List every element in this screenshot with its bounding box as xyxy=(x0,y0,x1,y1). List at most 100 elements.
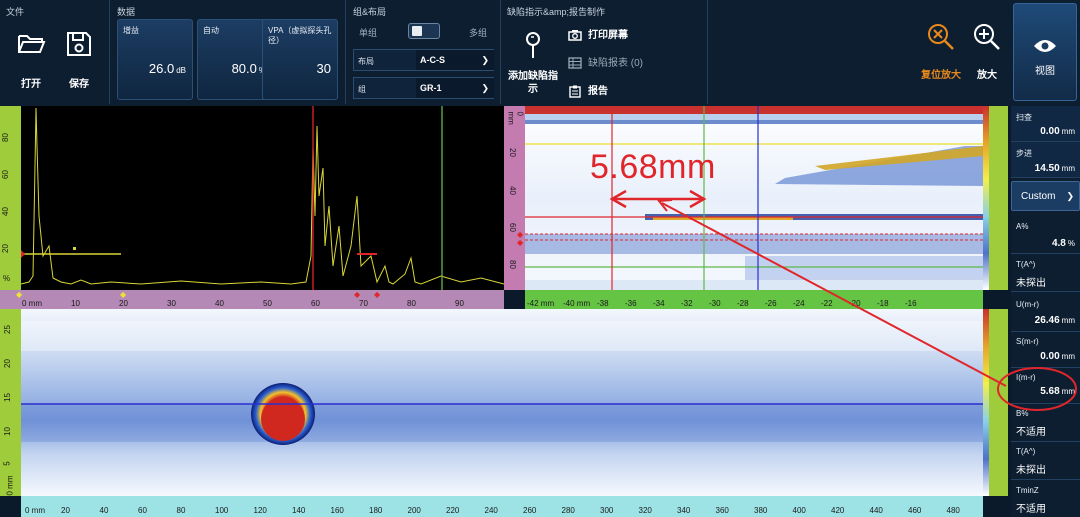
cscan-scan-tick: 240 xyxy=(484,506,498,515)
cscan-tick: 15 xyxy=(2,393,12,402)
sscan-index-tick: -38 xyxy=(597,299,609,308)
zoom-reset-icon xyxy=(928,24,954,50)
multi-group-label: 多组 xyxy=(469,28,488,38)
layout-select[interactable]: 布局 A-C-S ❯ xyxy=(353,49,494,71)
view-label: 视图 xyxy=(1035,66,1055,77)
cscan-index-scale: 25 20 15 10 5 0 mm xyxy=(0,309,21,496)
i-mr-unit: mm xyxy=(1061,387,1075,396)
reset-zoom-button[interactable]: 复位放大 xyxy=(918,22,964,81)
cscan-scan-tick: 40 xyxy=(99,506,109,515)
reading-i-mr: I(m-r) 5.68 mm xyxy=(1011,368,1080,404)
cscan-tick: 20 xyxy=(2,359,12,368)
toggle-switch[interactable] xyxy=(408,23,440,39)
zoom-button[interactable]: 放大 xyxy=(970,22,1004,81)
readings-preset-select[interactable]: Custom ❯ xyxy=(1011,181,1080,211)
index-position-readout[interactable]: 步进 14.50 mm xyxy=(1011,142,1080,178)
reading-s-mr: S(m-r) 0.00 mm xyxy=(1011,332,1080,368)
u-mr-unit: mm xyxy=(1061,316,1075,325)
cscan-scan-tick: 480 xyxy=(946,506,960,515)
gate-a-marker xyxy=(73,247,76,250)
index-unit: mm xyxy=(1061,164,1075,173)
ascan-tick: 80 xyxy=(0,133,10,142)
sscan-depth-unit: 0 mm xyxy=(506,111,525,125)
i-mr-label: I(m-r) xyxy=(1016,373,1036,382)
sscan-tick: 80 xyxy=(507,260,517,269)
sscan-tick: 20 xyxy=(507,148,517,157)
tminz-label: TminZ xyxy=(1016,486,1039,495)
scan-position-readout[interactable]: 扫查 0.00 mm xyxy=(1011,106,1080,142)
single-group-label: 单组 xyxy=(359,28,378,38)
gain-value: 26.0 xyxy=(148,61,175,76)
cscan-scan-tick: 100 xyxy=(215,506,229,515)
ascan-depth-scale: 0 mm 10 20 30 40 50 60 70 80 90 ◆ ◆ ◆ ◆ xyxy=(0,290,504,309)
group-mode-toggle[interactable]: 单组 多组 xyxy=(353,20,494,42)
readings-panel: 扫查 0.00 mm 步进 14.50 mm Custom ❯ A% 4.8% T(… xyxy=(1011,106,1080,517)
gain-param[interactable]: 增益 26.0 dB xyxy=(117,19,193,100)
open-button[interactable]: 打开 xyxy=(14,30,48,90)
cscan-scan-tick: 380 xyxy=(754,506,768,515)
vpa-value: 30 xyxy=(316,61,331,76)
add-flaw-indication-button[interactable]: 添加缺陷指示 xyxy=(505,30,561,96)
sscan-index-tick: -26 xyxy=(765,299,777,308)
ascan-depth-tick: 80 xyxy=(407,299,416,308)
cscan-indication-band xyxy=(21,404,983,442)
camera-icon xyxy=(568,30,582,42)
cscan-plot[interactable] xyxy=(21,309,983,496)
save-button[interactable]: 保存 xyxy=(62,30,96,90)
scan-unit: mm xyxy=(1061,127,1075,136)
reading-tminz: TminZ 不适用 xyxy=(1011,480,1080,517)
sscan-index-tick: -20 xyxy=(849,299,861,308)
gate-marker: ◆ xyxy=(354,290,361,299)
divider xyxy=(707,0,708,104)
cscan-scan-tick: 280 xyxy=(561,506,575,515)
i-mr-value: 5.68 xyxy=(1040,386,1060,397)
u-mr-value: 26.46 xyxy=(1034,315,1060,326)
sscan-index-tick: -22 xyxy=(821,299,833,308)
ascan-tick: 20 xyxy=(0,244,10,253)
cscan-scan-tick: 220 xyxy=(446,506,460,515)
sscan-index-tick: -34 xyxy=(653,299,665,308)
table-icon xyxy=(568,57,582,70)
group-select[interactable]: 组 GR-1 ❯ xyxy=(353,77,494,99)
add-flaw-label: 添加缺陷指示 xyxy=(508,71,558,95)
sscan-tick: 40 xyxy=(507,186,517,195)
report-label: 报告 xyxy=(588,86,608,97)
flaw-table-label: 缺陷报表 (0) xyxy=(588,58,643,69)
gate-marker: ◆ xyxy=(374,290,381,299)
flaw-table-button[interactable]: 缺陷报表 (0) xyxy=(568,54,643,70)
t-a-label: T(A^) xyxy=(1016,260,1036,269)
report-button[interactable]: 报告 xyxy=(568,82,608,98)
layout-group-title: 组&布局 xyxy=(353,7,387,17)
sscan-plot[interactable] xyxy=(525,106,983,290)
data-group-title: 数据 xyxy=(117,7,136,17)
cscan-scan-tick: 200 xyxy=(407,506,421,515)
scan-label: 扫查 xyxy=(1016,113,1032,122)
cscan-scan-tick: 260 xyxy=(523,506,537,515)
ascan-plot[interactable] xyxy=(21,106,504,290)
sscan-index-tick: -36 xyxy=(625,299,637,308)
vpa-param[interactable]: VPA（虚拟探头孔径） 30 xyxy=(262,19,338,100)
tminz-value: 不适用 xyxy=(1016,504,1046,515)
ascan-depth-unit: 0 mm xyxy=(22,299,42,308)
t-a2-value: 未探出 xyxy=(1016,465,1046,476)
cscan-scan-tick: 160 xyxy=(330,506,344,515)
index-label: 步进 xyxy=(1016,149,1032,158)
readings-preset-value: Custom xyxy=(1021,191,1056,202)
s-mr-value: 0.00 xyxy=(1040,351,1060,362)
cscan-scan-tick: 140 xyxy=(292,506,306,515)
reading-a-percent: A% 4.8% xyxy=(1011,214,1080,254)
cscan-scan-tick: 320 xyxy=(638,506,652,515)
sscan-angle-scale xyxy=(989,106,1008,290)
view-button[interactable]: 视图 xyxy=(1013,3,1077,101)
s-mr-label: S(m-r) xyxy=(1016,337,1039,346)
gate-marker: ◆ xyxy=(120,290,127,299)
chevron-down-icon: ❯ xyxy=(1066,191,1074,201)
print-screen-button[interactable]: 打印屏幕 xyxy=(568,26,628,42)
cscan-scan-tick: 80 xyxy=(176,506,186,515)
index-value: 14.50 xyxy=(1034,163,1060,174)
reading-b-percent: B% 不适用 xyxy=(1011,404,1080,442)
vpa-label: VPA（虚拟探头孔径） xyxy=(268,26,332,45)
ascan-depth-tick: 70 xyxy=(359,299,368,308)
save-icon xyxy=(67,32,91,56)
auto-value: 80.0 xyxy=(231,61,257,76)
